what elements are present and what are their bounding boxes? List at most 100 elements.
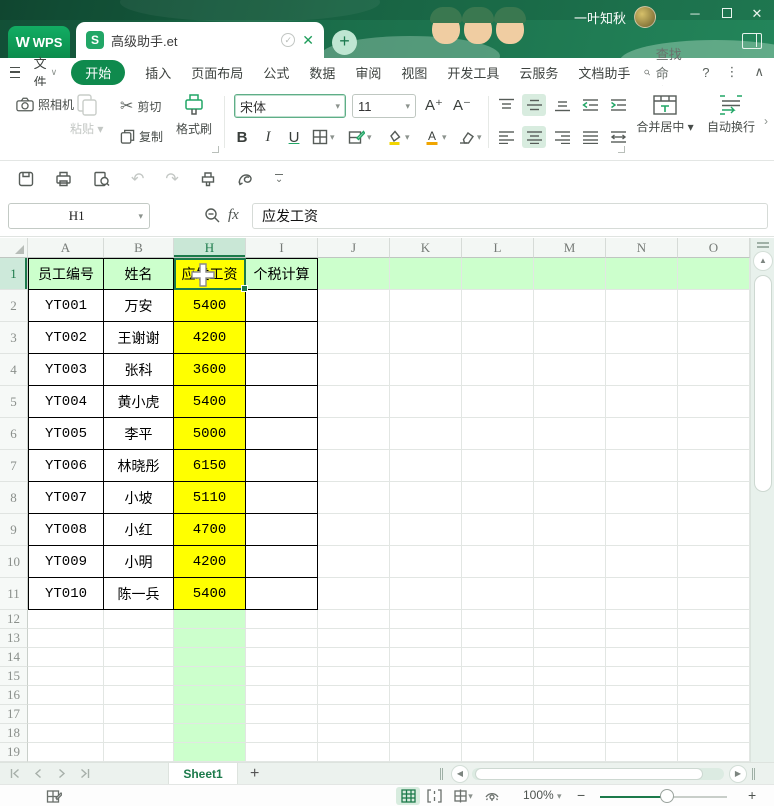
magnifier-icon[interactable] bbox=[204, 207, 221, 224]
cell[interactable] bbox=[606, 418, 678, 450]
hamburger-menu-icon[interactable] bbox=[10, 66, 20, 78]
clear-format-button[interactable]: ▾ bbox=[458, 124, 482, 150]
cell[interactable] bbox=[28, 629, 104, 648]
column-header-O[interactable]: O bbox=[678, 238, 750, 258]
menu-tab-5[interactable]: 审阅 bbox=[355, 63, 381, 82]
cell[interactable]: 王谢谢 bbox=[104, 322, 174, 354]
cell[interactable] bbox=[606, 258, 678, 290]
cell[interactable] bbox=[462, 546, 534, 578]
cell[interactable] bbox=[462, 418, 534, 450]
menu-tab-4[interactable]: 数据 bbox=[309, 63, 335, 82]
cell[interactable]: YT007 bbox=[28, 482, 104, 514]
cell[interactable] bbox=[534, 386, 606, 418]
cell[interactable] bbox=[390, 354, 462, 386]
cell[interactable] bbox=[462, 450, 534, 482]
cell[interactable] bbox=[462, 386, 534, 418]
cell[interactable] bbox=[174, 724, 246, 743]
cell[interactable] bbox=[318, 629, 390, 648]
customize-quickbar-icon[interactable]: ⌄ bbox=[274, 173, 284, 184]
cell[interactable]: 李平 bbox=[104, 418, 174, 450]
cell[interactable] bbox=[28, 743, 104, 762]
menu-tab-0[interactable]: 开始 bbox=[71, 59, 126, 85]
cell[interactable] bbox=[534, 743, 606, 762]
underline-button[interactable]: U bbox=[284, 124, 304, 150]
account-area[interactable]: 一叶知秋 bbox=[574, 6, 657, 28]
cell[interactable] bbox=[390, 578, 462, 610]
cell[interactable] bbox=[246, 546, 318, 578]
cell[interactable]: 姓名 bbox=[104, 258, 174, 290]
cell[interactable] bbox=[534, 354, 606, 386]
cell[interactable] bbox=[678, 743, 750, 762]
cell[interactable] bbox=[390, 629, 462, 648]
cell[interactable] bbox=[606, 450, 678, 482]
cell[interactable] bbox=[318, 667, 390, 686]
cell[interactable] bbox=[174, 629, 246, 648]
cell[interactable]: YT009 bbox=[28, 546, 104, 578]
align-center-button[interactable] bbox=[522, 126, 546, 148]
cell[interactable] bbox=[534, 290, 606, 322]
cell[interactable] bbox=[678, 386, 750, 418]
fill-handle[interactable] bbox=[241, 285, 248, 292]
horizontal-scroll-track[interactable] bbox=[472, 768, 724, 780]
menu-tab-9[interactable]: 文档助手 bbox=[578, 63, 630, 82]
dialog-launcher-icon[interactable] bbox=[618, 146, 625, 153]
cell[interactable] bbox=[462, 290, 534, 322]
cell[interactable] bbox=[28, 648, 104, 667]
cell[interactable] bbox=[678, 610, 750, 629]
row-number-8[interactable]: 8 bbox=[0, 482, 28, 514]
cell[interactable] bbox=[390, 724, 462, 743]
collapse-ribbon-icon[interactable]: ∧ bbox=[754, 64, 764, 80]
cell[interactable] bbox=[678, 450, 750, 482]
zoom-in-button[interactable]: + bbox=[748, 787, 756, 803]
cell[interactable] bbox=[534, 450, 606, 482]
cell[interactable] bbox=[104, 629, 174, 648]
row-number-1[interactable]: 1 bbox=[0, 258, 28, 290]
cell[interactable] bbox=[246, 386, 318, 418]
cell[interactable] bbox=[246, 743, 318, 762]
cell[interactable] bbox=[606, 667, 678, 686]
cell[interactable]: 3600 bbox=[174, 354, 246, 386]
draw-border-button[interactable]: ▾ bbox=[348, 124, 372, 150]
cell[interactable] bbox=[390, 648, 462, 667]
cell[interactable] bbox=[678, 418, 750, 450]
camera-button[interactable]: 照相机 bbox=[16, 96, 74, 113]
name-box[interactable]: H1 ▾ bbox=[8, 203, 150, 229]
font-color-button[interactable]: A ▾ bbox=[424, 124, 447, 150]
menu-tab-2[interactable]: 页面布局 bbox=[191, 63, 243, 82]
cell[interactable] bbox=[390, 667, 462, 686]
cell[interactable] bbox=[104, 686, 174, 705]
zoom-out-button[interactable]: − bbox=[577, 787, 585, 803]
row-number-12[interactable]: 12 bbox=[0, 610, 28, 629]
cell[interactable] bbox=[28, 610, 104, 629]
column-header-N[interactable]: N bbox=[606, 238, 678, 258]
cell[interactable] bbox=[318, 418, 390, 450]
cell[interactable] bbox=[390, 386, 462, 418]
cell[interactable]: YT003 bbox=[28, 354, 104, 386]
cell[interactable] bbox=[678, 290, 750, 322]
cell[interactable] bbox=[606, 482, 678, 514]
cell[interactable] bbox=[318, 322, 390, 354]
cell[interactable] bbox=[318, 514, 390, 546]
menu-tab-7[interactable]: 开发工具 bbox=[447, 63, 499, 82]
decrease-font-button[interactable]: A⁻ bbox=[452, 92, 472, 118]
prev-sheet-icon[interactable] bbox=[33, 768, 44, 779]
split-handle-icon[interactable] bbox=[752, 768, 755, 780]
row-number-13[interactable]: 13 bbox=[0, 629, 28, 648]
tab-close-icon[interactable]: ✕ bbox=[302, 32, 314, 49]
bold-button[interactable]: B bbox=[232, 124, 252, 150]
cell[interactable] bbox=[246, 482, 318, 514]
reading-mode-button[interactable] bbox=[480, 787, 504, 805]
help-button[interactable]: ? bbox=[702, 65, 709, 80]
cell-edit-mode-button[interactable] bbox=[42, 787, 66, 805]
column-header-K[interactable]: K bbox=[390, 238, 462, 258]
cell[interactable] bbox=[318, 743, 390, 762]
cell[interactable] bbox=[318, 482, 390, 514]
cell[interactable] bbox=[390, 686, 462, 705]
borders-button[interactable]: ▾ bbox=[312, 124, 335, 150]
page-layout-view-button[interactable]: ▾ bbox=[448, 787, 478, 805]
cell[interactable] bbox=[174, 743, 246, 762]
wrap-text-button[interactable]: 自动换行 bbox=[702, 94, 760, 135]
normal-view-button[interactable] bbox=[396, 787, 420, 805]
scroll-up-button[interactable]: ▲ bbox=[754, 252, 772, 270]
ribbon-expand-icon[interactable]: › bbox=[764, 114, 768, 128]
